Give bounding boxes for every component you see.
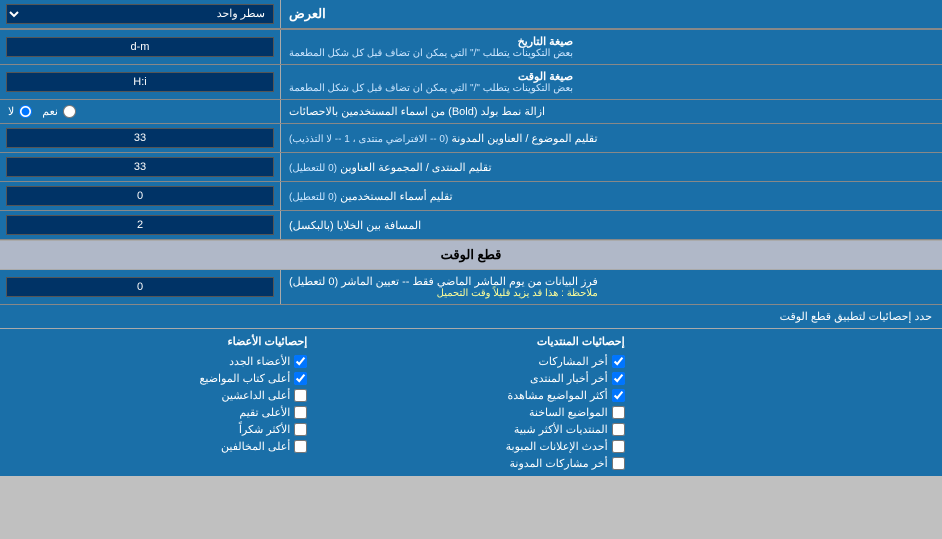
cb-most-thanked: الأكثر شكراً <box>10 423 307 436</box>
checkboxes-area: إحصائيات المنتديات أخر المشاركات أخر أخب… <box>0 329 942 476</box>
radio-no-label: لا <box>8 105 34 118</box>
bold-remove-label: ازالة نمط بولد (Bold) من اسماء المستخدمي… <box>280 100 942 123</box>
topics-trim-input[interactable]: 33 <box>6 128 274 148</box>
cutoff-input-container: 0 <box>0 270 280 304</box>
forum-trim-label: تقليم المنتدى / المجموعة العناوين (0 للت… <box>280 153 942 181</box>
cb-top-posters-input[interactable] <box>294 389 307 402</box>
display-label: العرض <box>280 0 942 28</box>
topics-trim-input-container: 33 <box>0 124 280 152</box>
cb-similar-forums-input[interactable] <box>612 423 625 436</box>
radio-yes[interactable] <box>63 105 76 118</box>
cb-top-rated: الأعلى تقيم <box>10 406 307 419</box>
cb-top-offenders: أعلى المخالفين <box>10 440 307 453</box>
member-stats-title: إحصائيات الأعضاء <box>10 335 307 348</box>
cb-last-blog-input[interactable] <box>612 457 625 470</box>
time-format-input-container: H:i <box>0 65 280 99</box>
forum-trim-input-container: 33 <box>0 153 280 181</box>
stats-limit-label: حدد إحصائيات لتطبيق قطع الوقت <box>0 305 942 328</box>
cutoff-input[interactable]: 0 <box>6 277 274 297</box>
member-stats-col: إحصائيات الأعضاء الأعضاء الجدد أعلى كتاب… <box>10 335 307 470</box>
cb-last-posts-input[interactable] <box>612 355 625 368</box>
time-format-input[interactable]: H:i <box>6 72 274 92</box>
date-format-input[interactable]: d-m <box>6 37 274 57</box>
cb-latest-ads: أحدث الإعلانات المبوبة <box>327 440 624 453</box>
cb-hot-topics: المواضيع الساخنة <box>327 406 624 419</box>
forum-stats-title: إحصائيات المنتديات <box>327 335 624 348</box>
cb-latest-ads-input[interactable] <box>612 440 625 453</box>
cb-top-topic-writers: أعلى كتاب المواضيع <box>10 372 307 385</box>
cb-top-topic-writers-input[interactable] <box>294 372 307 385</box>
date-format-label: صيغة التاريخ بعض التكوينات يتطلب "/" الت… <box>280 30 942 64</box>
display-select[interactable]: سطر واحد سطرين ثلاثة أسطر <box>6 4 274 24</box>
spacing-input-container: 2 <box>0 211 280 239</box>
users-trim-input-container: 0 <box>0 182 280 210</box>
radio-yes-label: نعم <box>42 105 78 118</box>
cb-last-posts: أخر المشاركات <box>327 355 624 368</box>
cb-last-news: أخر أخبار المنتدى <box>327 372 624 385</box>
cb-top-offenders-input[interactable] <box>294 440 307 453</box>
topics-trim-label: تقليم الموضوع / العناوين المدونة (0 -- ا… <box>280 124 942 152</box>
forum-trim-input[interactable]: 33 <box>6 157 274 177</box>
date-format-input-container: d-m <box>0 30 280 64</box>
cb-last-blog: أخر مشاركات المدونة <box>327 457 624 470</box>
spacing-input[interactable]: 2 <box>6 215 274 235</box>
radio-no[interactable] <box>19 105 32 118</box>
cutoff-label: فرز البيانات من يوم الماشر الماضي فقط --… <box>280 270 942 304</box>
cb-new-members: الأعضاء الجدد <box>10 355 307 368</box>
cb-similar-forums: المنتديات الأكثر شبية <box>327 423 624 436</box>
stats-label-area <box>625 335 932 470</box>
cb-most-viewed-input[interactable] <box>612 389 625 402</box>
cb-top-posters: أعلى الداعشين <box>10 389 307 402</box>
bold-remove-radio-group: نعم لا <box>0 100 280 123</box>
cb-new-members-input[interactable] <box>294 355 307 368</box>
users-trim-label: تقليم أسماء المستخدمين (0 للتعطيل) <box>280 182 942 210</box>
cb-most-viewed: أكثر المواضيع مشاهدة <box>327 389 624 402</box>
cb-top-rated-input[interactable] <box>294 406 307 419</box>
forum-stats-col: إحصائيات المنتديات أخر المشاركات أخر أخب… <box>327 335 624 470</box>
cb-last-news-input[interactable] <box>612 372 625 385</box>
cutoff-section-header: قطع الوقت <box>0 240 942 270</box>
cb-most-thanked-input[interactable] <box>294 423 307 436</box>
time-format-label: صيغة الوقت بعض التكوينات يتطلب "/" التي … <box>280 65 942 99</box>
users-trim-input[interactable]: 0 <box>6 186 274 206</box>
display-select-container: سطر واحد سطرين ثلاثة أسطر <box>0 0 280 28</box>
spacing-label: المسافة بين الخلايا (بالبكسل) <box>280 211 942 239</box>
cb-hot-topics-input[interactable] <box>612 406 625 419</box>
